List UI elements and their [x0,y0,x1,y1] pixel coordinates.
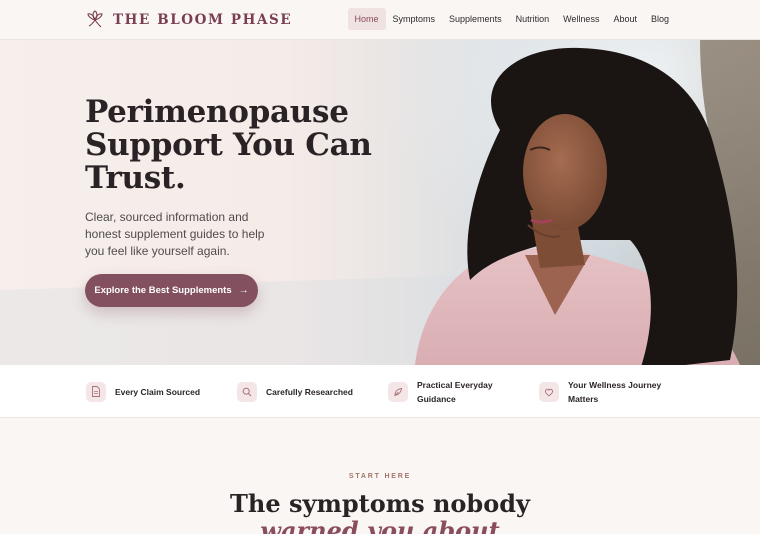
trust-label-sourced: Every Claim Sourced [115,386,201,397]
brand-logo[interactable]: THE BLOOM PHASE [86,10,292,30]
section-eyebrow: START HERE [348,473,412,480]
section-title: The symptoms nobody [230,489,530,518]
search-icon [237,381,257,402]
hero-section: Perimenopause Support You Can Trust. Cle… [0,40,760,365]
main-menu: Home Symptoms Supplements Nutrition Well… [347,8,677,30]
hero-content: Perimenopause Support You Can Trust. Cle… [85,96,385,259]
top-nav: THE BLOOM PHASE Home Symptoms Supplement… [0,0,760,40]
explore-supplements-button[interactable]: Explore the Best Supplements → [85,274,258,307]
brand-name: THE BLOOM PHASE [113,12,293,28]
trust-item-journey: Your Wellness Journey Matters [539,365,664,418]
hero-subtitle: Clear, sourced information and honest su… [85,210,265,258]
trust-item-researched: Carefully Researched [237,365,353,418]
nav-item-nutrition[interactable]: Nutrition [509,8,557,30]
hero-title: Perimenopause Support You Can Trust. [85,94,372,196]
cta-label: Explore the Best Supplements [94,285,232,296]
document-icon [86,381,106,402]
section-title-italic: warned you about [260,516,500,534]
nav-item-blog[interactable]: Blog [644,8,676,30]
leaf-icon [388,381,408,402]
nav-item-supplements[interactable]: Supplements [442,8,509,30]
trust-item-guidance: Practical Everyday Guidance [388,365,503,418]
trust-bar: Every Claim Sourced Carefully Researched… [0,365,760,418]
flower-icon [87,10,103,28]
heart-icon [539,381,559,402]
trust-label-researched: Carefully Researched [266,386,353,397]
trust-label-guidance: Practical Everyday Guidance [417,379,493,404]
arrow-right-icon: → [238,285,249,296]
nav-item-wellness[interactable]: Wellness [556,8,606,30]
trust-label-journey: Your Wellness Journey Matters [568,379,662,404]
nav-item-symptoms[interactable]: Symptoms [386,8,443,30]
nav-item-about[interactable]: About [606,8,644,30]
nav-item-home[interactable]: Home [347,8,386,30]
trust-item-sourced: Every Claim Sourced [86,365,200,418]
